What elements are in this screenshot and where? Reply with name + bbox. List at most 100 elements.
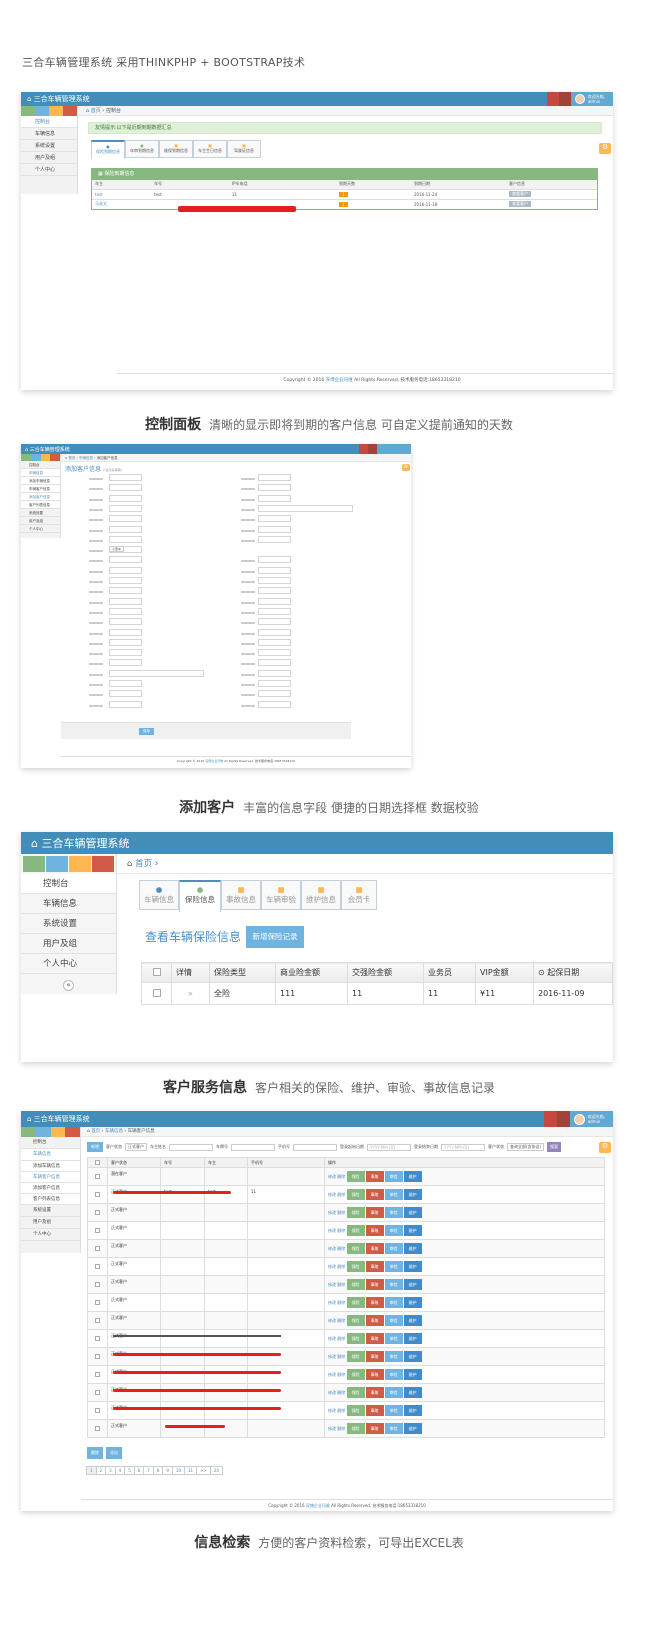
tab-insurance[interactable]: ● 保险信息 bbox=[179, 880, 221, 912]
phone-input[interactable] bbox=[293, 1143, 337, 1151]
delete-link[interactable]: 删除 bbox=[337, 1282, 345, 1287]
row-checkbox[interactable] bbox=[95, 1227, 100, 1233]
accident-button[interactable]: 事故 bbox=[365, 1315, 384, 1326]
form-input[interactable] bbox=[258, 607, 291, 615]
tab-maintenance[interactable]: ■ 维护信息 bbox=[301, 880, 341, 910]
row-checkbox[interactable] bbox=[95, 1209, 100, 1215]
form-input[interactable] bbox=[258, 680, 291, 687]
inspection-button[interactable]: 审验 bbox=[384, 1387, 403, 1398]
sidebar-sub-item[interactable]: 添加客户信息 bbox=[21, 1183, 80, 1194]
edit-link[interactable]: 修改 bbox=[328, 1246, 336, 1251]
form-input[interactable] bbox=[109, 504, 142, 512]
accident-button[interactable]: 事故 bbox=[365, 1369, 384, 1380]
status-select[interactable]: 正式客户 bbox=[125, 1143, 147, 1151]
submit-button[interactable]: 保存 bbox=[139, 728, 154, 735]
stats-shortcut[interactable] bbox=[23, 856, 45, 872]
delete-link[interactable]: 删除 bbox=[337, 1264, 345, 1269]
form-input[interactable] bbox=[258, 587, 291, 595]
page-link[interactable]: >> bbox=[196, 1466, 211, 1475]
form-input[interactable] bbox=[258, 669, 291, 677]
insurance-button[interactable]: 保险 bbox=[346, 1189, 365, 1200]
delete-link[interactable]: 删除 bbox=[337, 1174, 345, 1179]
user-menu[interactable]: 欢迎光临, admin bbox=[570, 92, 613, 106]
settings-shortcut[interactable] bbox=[92, 856, 114, 872]
insurance-button[interactable]: 保险 bbox=[346, 1315, 365, 1326]
form-input[interactable] bbox=[109, 577, 142, 584]
edit-link[interactable]: 修改 bbox=[328, 1408, 336, 1413]
form-input[interactable] bbox=[109, 494, 142, 502]
row-checkbox[interactable] bbox=[95, 1335, 100, 1341]
sidebar-sub-item[interactable]: 添加客户信息 bbox=[21, 493, 60, 501]
accident-button[interactable]: 事故 bbox=[365, 1423, 384, 1434]
form-input[interactable] bbox=[109, 587, 142, 595]
tab-vehicle[interactable]: ● 车辆信息 bbox=[139, 880, 179, 910]
tasks-button[interactable] bbox=[359, 444, 368, 454]
sidebar-item-vehicle[interactable]: 车辆信息 bbox=[21, 1149, 80, 1161]
sidebar-item-settings[interactable]: 系统设置 bbox=[21, 140, 77, 152]
form-input[interactable] bbox=[258, 597, 291, 605]
insurance-button[interactable]: 保险 bbox=[346, 1243, 365, 1254]
form-input[interactable] bbox=[258, 690, 291, 698]
tab-inspection[interactable]: ■ 车辆审验 bbox=[261, 880, 301, 910]
inspection-button[interactable]: 审验 bbox=[384, 1261, 403, 1272]
delete-link[interactable]: 删除 bbox=[337, 1318, 345, 1323]
insurance-button[interactable]: 保险 bbox=[346, 1333, 365, 1344]
insurance-button[interactable]: 保险 bbox=[346, 1207, 365, 1218]
start-date-input[interactable]: YYYY-MM-DD bbox=[367, 1143, 411, 1151]
expand-icon[interactable]: » bbox=[171, 982, 210, 1005]
delete-link[interactable]: 删除 bbox=[337, 1246, 345, 1251]
row-checkbox[interactable] bbox=[95, 1371, 100, 1377]
form-input[interactable] bbox=[109, 649, 142, 657]
sidebar-item-vehicle[interactable]: 车辆信息 bbox=[21, 469, 60, 477]
notify-button[interactable] bbox=[558, 92, 571, 106]
accident-button[interactable]: 事故 bbox=[365, 1189, 384, 1200]
inspection-button[interactable]: 审验 bbox=[384, 1405, 403, 1416]
select-all-checkbox[interactable] bbox=[152, 967, 161, 976]
sidebar-item-users[interactable]: 用户及组 bbox=[21, 934, 116, 954]
edit-shortcut[interactable] bbox=[46, 856, 68, 872]
tab-membership[interactable]: ■ 会员卡 bbox=[341, 880, 377, 910]
delete-link[interactable]: 删除 bbox=[337, 1336, 345, 1341]
new-button[interactable]: 新增 bbox=[87, 1142, 103, 1152]
tab-maintenance[interactable]: ■ 维保到期信息 bbox=[159, 140, 193, 158]
delete-button[interactable]: 删除 bbox=[87, 1447, 103, 1459]
edit-link[interactable]: 修改 bbox=[328, 1372, 336, 1377]
search-button[interactable]: 搜索 bbox=[547, 1142, 562, 1152]
inspection-button[interactable]: 审验 bbox=[384, 1171, 403, 1182]
sidebar-item-dashboard[interactable]: 控制台 bbox=[21, 461, 60, 469]
page-link[interactable]: 24 bbox=[209, 1466, 223, 1475]
inspection-button[interactable]: 审验 bbox=[384, 1369, 403, 1380]
edit-link[interactable]: 修改 bbox=[328, 1210, 336, 1215]
accident-button[interactable]: 事故 bbox=[365, 1171, 384, 1182]
inspection-button[interactable]: 审验 bbox=[384, 1189, 403, 1200]
plate-input[interactable] bbox=[231, 1143, 275, 1151]
form-input[interactable] bbox=[258, 659, 291, 667]
edit-link[interactable]: 修改 bbox=[328, 1390, 336, 1395]
sidebar-item-dashboard[interactable]: 控制台 bbox=[21, 1137, 80, 1149]
row-checkbox[interactable] bbox=[95, 1389, 100, 1395]
insurance-button[interactable]: 保险 bbox=[346, 1171, 365, 1182]
tab-birthday[interactable]: ■ 车主生日信息 bbox=[193, 140, 227, 158]
edit-link[interactable]: 修改 bbox=[328, 1192, 336, 1197]
row-checkbox[interactable] bbox=[95, 1173, 100, 1179]
maintenance-button[interactable]: 维护 bbox=[403, 1333, 422, 1344]
inspection-button[interactable]: 审验 bbox=[384, 1315, 403, 1326]
tasks-button[interactable] bbox=[546, 92, 559, 106]
form-input[interactable] bbox=[258, 525, 291, 533]
accident-button[interactable]: 事故 bbox=[365, 1351, 384, 1362]
row-checkbox[interactable] bbox=[95, 1263, 100, 1269]
insurance-button[interactable]: 保险 bbox=[346, 1387, 365, 1398]
row-checkbox[interactable] bbox=[95, 1245, 100, 1251]
notify-button[interactable] bbox=[556, 1111, 570, 1127]
sidebar-item-users[interactable]: 用户及组 bbox=[21, 152, 77, 164]
user-menu[interactable] bbox=[377, 444, 411, 454]
insurance-button[interactable]: 保险 bbox=[346, 1261, 365, 1272]
accident-button[interactable]: 事故 bbox=[365, 1279, 384, 1290]
type-select[interactable]: 查询全部(含协议) bbox=[507, 1143, 545, 1151]
accident-button[interactable]: 事故 bbox=[365, 1243, 384, 1254]
user-menu[interactable]: 欢迎光临, admin bbox=[569, 1111, 613, 1127]
insurance-button[interactable]: 保险 bbox=[346, 1279, 365, 1290]
row-checkbox[interactable] bbox=[95, 1281, 100, 1287]
sidebar-sub-item[interactable]: 添加车辆信息 bbox=[21, 477, 60, 485]
form-input[interactable] bbox=[258, 628, 291, 636]
